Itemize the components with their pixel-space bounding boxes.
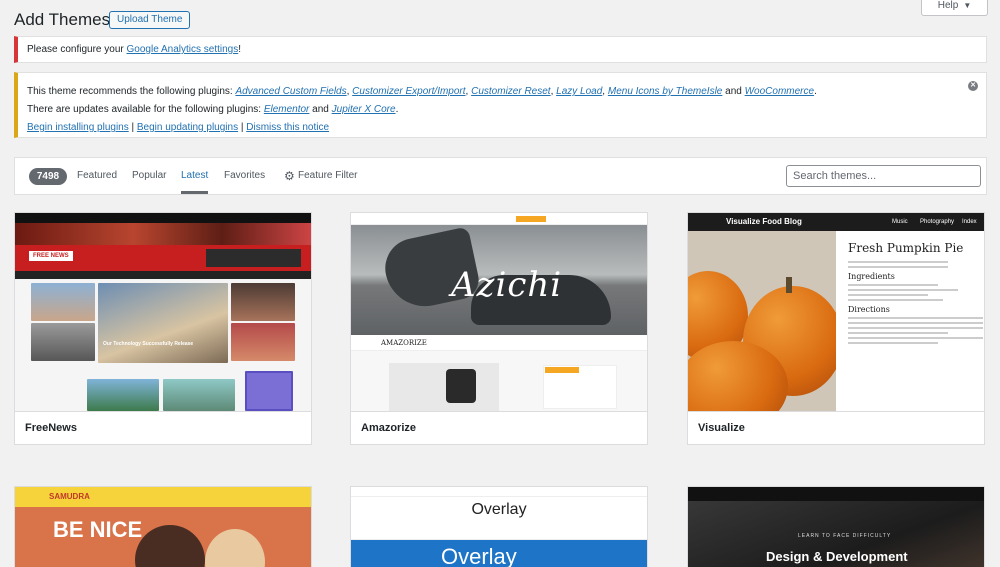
notice-text: Please configure your (27, 44, 127, 55)
chevron-down-icon: ▼ (963, 1, 972, 10)
notice-actions: Begin installing plugins | Begin updatin… (27, 122, 330, 133)
theme-screenshot[interactable]: FREE NEWS Our Technology Successfully Re… (15, 213, 311, 411)
gear-icon[interactable]: ⚙ (284, 169, 295, 183)
feature-filter-button[interactable]: Feature Filter (298, 170, 357, 181)
tab-latest[interactable]: Latest (181, 170, 209, 194)
page-title: Add Themes (14, 10, 111, 29)
theme-filter-bar: 7498 Featured Popular Latest Favorites ⚙… (14, 157, 987, 195)
theme-card-amazorize[interactable]: Azichi AMAZORIZE Amazorize (350, 212, 648, 445)
headline: Our Technology Successfully Release (103, 341, 194, 347)
tab-popular[interactable]: Popular (132, 170, 166, 181)
theme-name: Visualize (688, 411, 984, 444)
theme-name: Amazorize (351, 411, 647, 444)
analytics-notice: Please configure your Google Analytics s… (14, 36, 987, 63)
post-title: Fresh Pumpkin Pie (848, 241, 964, 255)
plugin-link[interactable]: Menu Icons by ThemeIsle (608, 86, 723, 97)
theme-card-samudra[interactable]: SAMUDRA BE NICE (14, 486, 312, 567)
plugin-notice: This theme recommends the following plug… (14, 72, 987, 138)
theme-screenshot[interactable]: Visualize Food Blog Music Photography In… (688, 213, 984, 411)
tab-favorites[interactable]: Favorites (224, 170, 265, 181)
recommend-line: This theme recommends the following plug… (27, 86, 817, 97)
upload-theme-button[interactable]: Upload Theme (109, 11, 191, 29)
theme-card-design[interactable]: LEARN TO FACE DIFFICULTY Design & Develo… (687, 486, 985, 567)
tab-featured[interactable]: Featured (77, 170, 117, 181)
hero-text: BE NICE (53, 517, 143, 542)
plugin-link[interactable]: Jupiter X Core (332, 104, 396, 115)
update-line: There are updates available for the foll… (27, 104, 399, 115)
plugin-link[interactable]: WooCommerce (745, 86, 814, 97)
plugin-link[interactable]: Lazy Load (556, 86, 602, 97)
hero-text: Overlay (351, 540, 647, 567)
plugin-link[interactable]: Elementor (264, 104, 310, 115)
theme-card-freenews[interactable]: FREE NEWS Our Technology Successfully Re… (14, 212, 312, 445)
close-icon[interactable]: ✕ (968, 81, 978, 91)
overlay-title: Overlay (471, 501, 527, 518)
dismiss-notice-link[interactable]: Dismiss this notice (246, 122, 329, 133)
amazorize-brand: AMAZORIZE (351, 335, 647, 351)
begin-updating-link[interactable]: Begin updating plugins (137, 122, 238, 133)
help-label: Help (937, 0, 959, 11)
plugin-link[interactable]: Customizer Reset (471, 86, 550, 97)
theme-card-overlay[interactable]: Overlay Overlay (350, 486, 648, 567)
help-tab[interactable]: Help ▼ (921, 0, 988, 16)
hero-text: Azichi (451, 265, 563, 305)
hero-text: Design & Development (766, 549, 908, 564)
plugin-link[interactable]: Customizer Export/Import (352, 86, 465, 97)
samudra-logo: SAMUDRA (49, 492, 90, 501)
blog-title: Visualize Food Blog (726, 217, 802, 226)
begin-installing-link[interactable]: Begin installing plugins (27, 122, 129, 133)
search-themes-input[interactable] (786, 165, 981, 187)
theme-card-visualize[interactable]: Visualize Food Blog Music Photography In… (687, 212, 985, 445)
theme-screenshot[interactable]: Azichi AMAZORIZE (351, 213, 647, 411)
plugin-link[interactable]: Advanced Custom Fields (235, 86, 346, 97)
analytics-settings-link[interactable]: Google Analytics settings (127, 44, 239, 55)
freenews-logo: FREE NEWS (29, 251, 73, 261)
theme-name: FreeNews (15, 411, 311, 444)
theme-count-badge: 7498 (29, 168, 67, 185)
